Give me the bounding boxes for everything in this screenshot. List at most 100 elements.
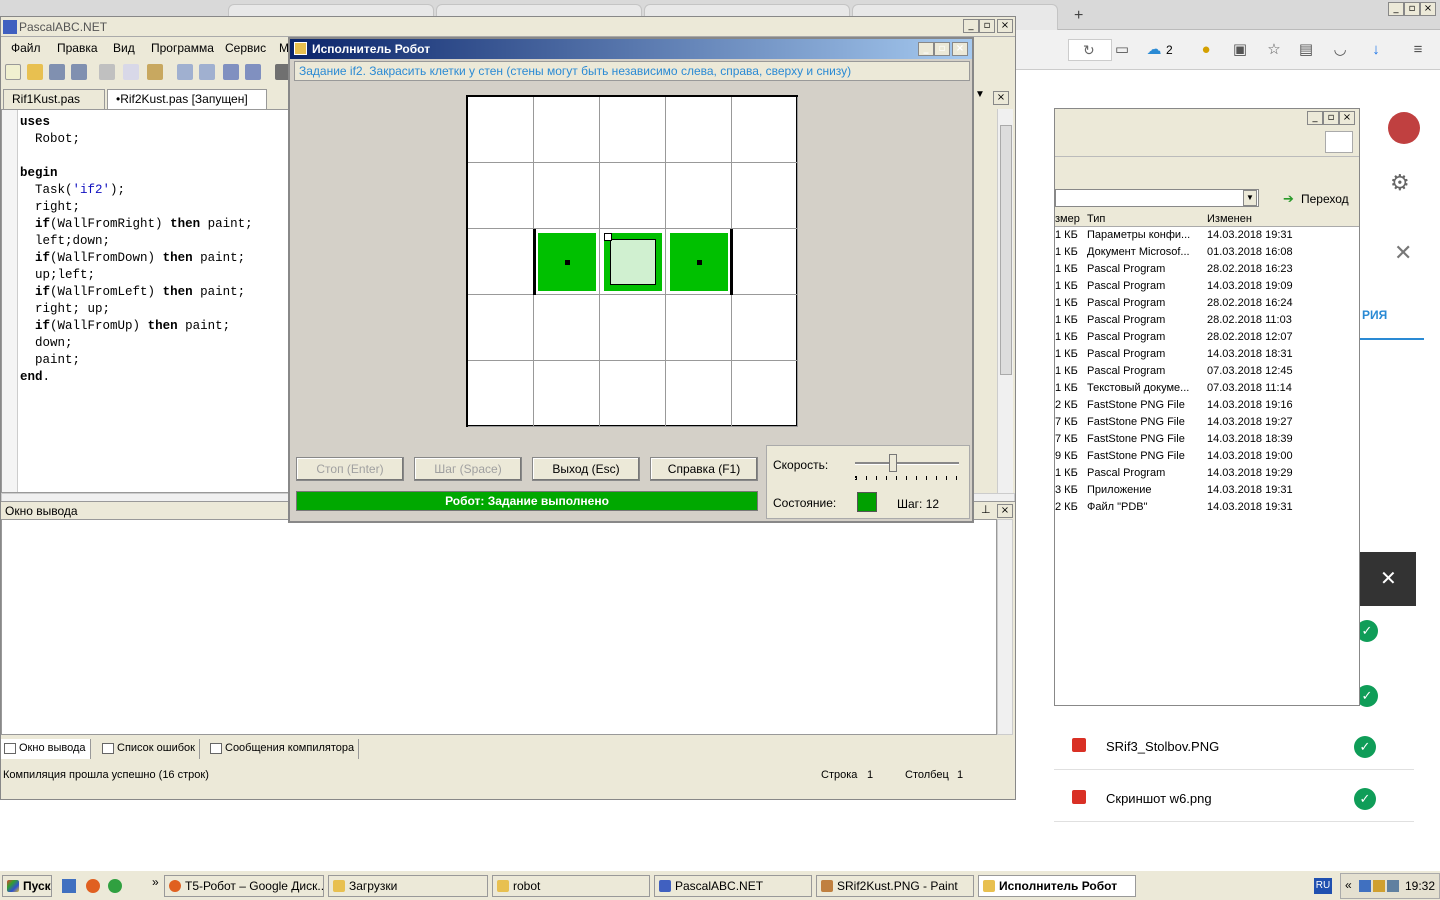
close-output-icon[interactable]: ×: [997, 504, 1013, 518]
task-pascalabc[interactable]: PascalABC.NET: [654, 875, 812, 897]
paste-icon[interactable]: [147, 64, 163, 80]
tab-errors[interactable]: Список ошибок: [99, 739, 200, 759]
column-modified[interactable]: Изменен: [1207, 213, 1252, 225]
column-type[interactable]: Тип: [1087, 213, 1105, 225]
puzzle-icon[interactable]: ▣: [1230, 40, 1250, 60]
reading-list-icon[interactable]: ▤: [1296, 40, 1316, 60]
code-line[interactable]: end.: [20, 369, 253, 386]
undo-icon[interactable]: [177, 64, 193, 80]
file-row[interactable]: 1 КБ Pascal Program 14.03.2018 19:09: [1055, 278, 1359, 295]
stop-button[interactable]: Стоп (Enter): [296, 457, 404, 481]
code-line[interactable]: [20, 148, 253, 165]
file-row[interactable]: 7 КБ FastStone PNG File 14.03.2018 18:39: [1055, 431, 1359, 448]
menu-edit[interactable]: Правка: [57, 41, 98, 55]
task-google-drive[interactable]: T5-Робот – Google Диск...: [164, 875, 324, 897]
code-line[interactable]: uses: [20, 114, 253, 131]
close-icon[interactable]: ✕: [1394, 240, 1412, 266]
close-icon[interactable]: ×: [1420, 2, 1436, 16]
maximize-icon[interactable]: ▫: [1323, 111, 1339, 125]
download-item[interactable]: SRif3_Stolbov.PNG ✓: [1054, 720, 1414, 770]
tab-rif1kust[interactable]: Rif1Kust.pas: [3, 89, 105, 109]
cut-icon[interactable]: [99, 64, 115, 80]
file-row[interactable]: 9 КБ FastStone PNG File 14.03.2018 19:00: [1055, 448, 1359, 465]
maximize-icon[interactable]: ▫: [934, 42, 950, 56]
start-button[interactable]: Пуск: [2, 875, 52, 897]
output-scrollbar[interactable]: [997, 519, 1013, 735]
avatar[interactable]: [1388, 112, 1420, 144]
save-all-icon[interactable]: [71, 64, 87, 80]
overflow-chevron-icon[interactable]: »: [152, 875, 159, 889]
file-row[interactable]: 1 КБ Pascal Program 07.03.2018 12:45: [1055, 363, 1359, 380]
exit-button[interactable]: Выход (Esc): [532, 457, 640, 481]
maximize-icon[interactable]: ▫: [1404, 2, 1420, 16]
users-icon[interactable]: [1373, 880, 1385, 892]
badge-icon[interactable]: ●: [1196, 40, 1216, 60]
close-icon[interactable]: ×: [952, 42, 968, 56]
pin-icon[interactable]: ⊥: [981, 503, 991, 516]
address-bar[interactable]: ↻: [1068, 39, 1112, 61]
speaker-icon[interactable]: [1387, 880, 1399, 892]
reload-icon[interactable]: ↻: [1083, 42, 1095, 59]
speed-slider-thumb[interactable]: [888, 454, 897, 472]
new-tab-icon[interactable]: +: [1074, 7, 1083, 25]
settings-gear-icon[interactable]: ⚙: [1390, 170, 1410, 196]
address-input[interactable]: [1055, 189, 1259, 207]
speed-slider-track[interactable]: [855, 462, 959, 465]
file-row[interactable]: 1 КБ Pascal Program 28.02.2018 16:23: [1055, 261, 1359, 278]
minimize-icon[interactable]: _: [918, 42, 934, 56]
file-row[interactable]: 2 КБ FastStone PNG File 14.03.2018 19:16: [1055, 397, 1359, 414]
scroll-thumb[interactable]: [1000, 125, 1012, 375]
file-row[interactable]: 1 КБ Параметры конфи... 14.03.2018 19:31: [1055, 227, 1359, 244]
new-file-icon[interactable]: [5, 64, 21, 80]
menu-service[interactable]: Сервис: [225, 41, 266, 55]
task-robot-folder[interactable]: robot: [492, 875, 650, 897]
file-row[interactable]: 1 КБ Текстовый докуме... 07.03.2018 11:14: [1055, 380, 1359, 397]
code-line[interactable]: up;left;: [20, 267, 253, 284]
open-folder-icon[interactable]: [27, 64, 43, 80]
language-indicator[interactable]: RU: [1314, 878, 1332, 894]
download-item[interactable]: Скриншот w6.png ✓: [1054, 772, 1414, 822]
file-row[interactable]: 1 КБ Pascal Program 28.02.2018 12:07: [1055, 329, 1359, 346]
bookmark-star-icon[interactable]: ☆: [1264, 40, 1284, 60]
code-line[interactable]: if(WallFromRight) then paint;: [20, 216, 253, 233]
file-row[interactable]: 2 КБ Файл "PDB" 14.03.2018 19:31: [1055, 499, 1359, 516]
go-button[interactable]: ➔ Переход: [1279, 189, 1359, 209]
code-line[interactable]: if(WallFromLeft) then paint;: [20, 284, 253, 301]
code-text[interactable]: uses Robot; begin Task('if2'); right; if…: [20, 114, 253, 386]
indent-icon[interactable]: [223, 64, 239, 80]
close-icon[interactable]: ✕: [1380, 566, 1397, 591]
outdent-icon[interactable]: [245, 64, 261, 80]
tab-list-arrow-icon[interactable]: ▼: [975, 89, 985, 100]
dropdown-arrow-icon[interactable]: ▼: [1243, 190, 1257, 206]
pocket-icon[interactable]: ◡: [1330, 40, 1350, 60]
screenshot-icon[interactable]: ▭: [1112, 40, 1132, 60]
firefox-icon[interactable]: [86, 879, 100, 893]
menu-icon[interactable]: ≡: [1408, 40, 1428, 60]
code-line[interactable]: begin: [20, 165, 253, 182]
tab-output[interactable]: Окно вывода: [1, 739, 91, 759]
code-line[interactable]: paint;: [20, 352, 253, 369]
redo-icon[interactable]: [199, 64, 215, 80]
task-robot-window[interactable]: Исполнитель Робот: [978, 875, 1136, 897]
code-line[interactable]: if(WallFromDown) then paint;: [20, 250, 253, 267]
code-line[interactable]: if(WallFromUp) then paint;: [20, 318, 253, 335]
menu-view[interactable]: Вид: [113, 41, 135, 55]
file-row[interactable]: 1 КБ Pascal Program 28.02.2018 16:24: [1055, 295, 1359, 312]
close-icon[interactable]: ×: [997, 19, 1013, 33]
code-line[interactable]: Robot;: [20, 131, 253, 148]
file-row[interactable]: 1 КБ Pascal Program 14.03.2018 19:29: [1055, 465, 1359, 482]
quicklaunch-icon[interactable]: [62, 879, 76, 893]
file-row[interactable]: 1 КБ Документ Microsof... 01.03.2018 16:08: [1055, 244, 1359, 261]
maximize-icon[interactable]: ▫: [979, 19, 995, 33]
chrome-icon[interactable]: [108, 879, 122, 893]
task-downloads[interactable]: Загрузки: [328, 875, 488, 897]
help-button[interactable]: Справка (F1): [650, 457, 758, 481]
minimize-icon[interactable]: _: [1388, 2, 1404, 16]
code-line[interactable]: right;: [20, 199, 253, 216]
file-row[interactable]: 1 КБ Pascal Program 28.02.2018 11:03: [1055, 312, 1359, 329]
code-line[interactable]: down;: [20, 335, 253, 352]
code-line[interactable]: left;down;: [20, 233, 253, 250]
file-row[interactable]: 1 КБ Pascal Program 14.03.2018 18:31: [1055, 346, 1359, 363]
cloud-icon[interactable]: ☁: [1144, 40, 1164, 60]
close-editor-icon[interactable]: ×: [993, 91, 1009, 105]
